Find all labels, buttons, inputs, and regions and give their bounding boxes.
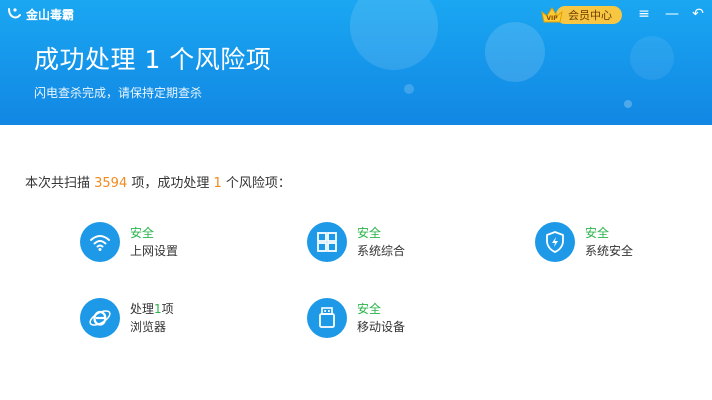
summary-prefix: 本次共扫描 [25, 176, 95, 191]
summary-mid: 项，成功处理 [127, 176, 214, 191]
header-banner: 金山毒霸 VIP 会员中心 ≡ — ↶ 成功处理 1 个风险项 闪电查杀完成，请… [0, 0, 712, 125]
result-item-mobile-device[interactable]: 安全 移动设备 [307, 298, 405, 338]
item-label: 系统安全 [585, 244, 634, 258]
item-status: 处理1项 [130, 300, 174, 318]
item-status: 安全 [585, 226, 610, 240]
usb-device-icon [307, 298, 347, 338]
decor-bubble [624, 100, 632, 108]
decor-bubble [630, 36, 674, 80]
item-label: 移动设备 [357, 320, 406, 334]
duba-scan-result-window: 金山毒霸 VIP 会员中心 ≡ — ↶ 成功处理 1 个风险项 闪电查杀完成，请… [0, 0, 712, 400]
browser-ie-icon [80, 298, 120, 338]
item-label: 浏览器 [130, 320, 167, 334]
item-status: 安全 [357, 226, 382, 240]
summary-suffix: 个风险项： [221, 176, 291, 191]
status-prefix: 处理 [130, 302, 155, 316]
item-label: 系统综合 [357, 244, 406, 258]
item-status: 安全 [130, 226, 155, 240]
status-count: 1 [154, 302, 162, 316]
page-subtitle: 闪电查杀完成，请保持定期查杀 [34, 86, 203, 100]
result-item-network[interactable]: 安全 上网设置 [80, 222, 178, 262]
result-item-browser[interactable]: 处理1项 浏览器 [80, 298, 174, 338]
member-center-button[interactable]: VIP 会员中心 [540, 5, 622, 25]
handled-count: 1 [213, 176, 222, 191]
windows-icon [307, 222, 347, 262]
vip-crown-icon: VIP [540, 5, 564, 25]
minimize-icon[interactable]: — [664, 6, 680, 22]
result-item-system-security[interactable]: 安全 系统安全 [535, 222, 633, 262]
member-center-label: 会员中心 [556, 6, 622, 24]
duba-logo-icon [6, 6, 22, 22]
app-logo: 金山毒霸 [6, 4, 74, 24]
page-title: 成功处理 1 个风险项 [34, 45, 272, 74]
item-status: 安全 [357, 302, 382, 316]
decor-bubble [485, 22, 545, 82]
decor-bubble [350, 0, 438, 70]
app-name: 金山毒霸 [26, 7, 75, 22]
shield-lightning-icon [535, 222, 575, 262]
menu-icon[interactable]: ≡ [636, 6, 652, 22]
wifi-icon [80, 222, 120, 262]
status-suffix: 项 [161, 302, 174, 316]
item-label: 上网设置 [130, 244, 179, 258]
result-item-system-general[interactable]: 安全 系统综合 [307, 222, 405, 262]
scanned-count: 3594 [94, 176, 128, 191]
decor-bubble [404, 84, 414, 94]
back-icon[interactable]: ↶ [690, 6, 706, 22]
scan-summary: 本次共扫描 3594 项，成功处理 1 个风险项： [25, 172, 291, 191]
vip-badge-text: VIP [546, 15, 558, 22]
